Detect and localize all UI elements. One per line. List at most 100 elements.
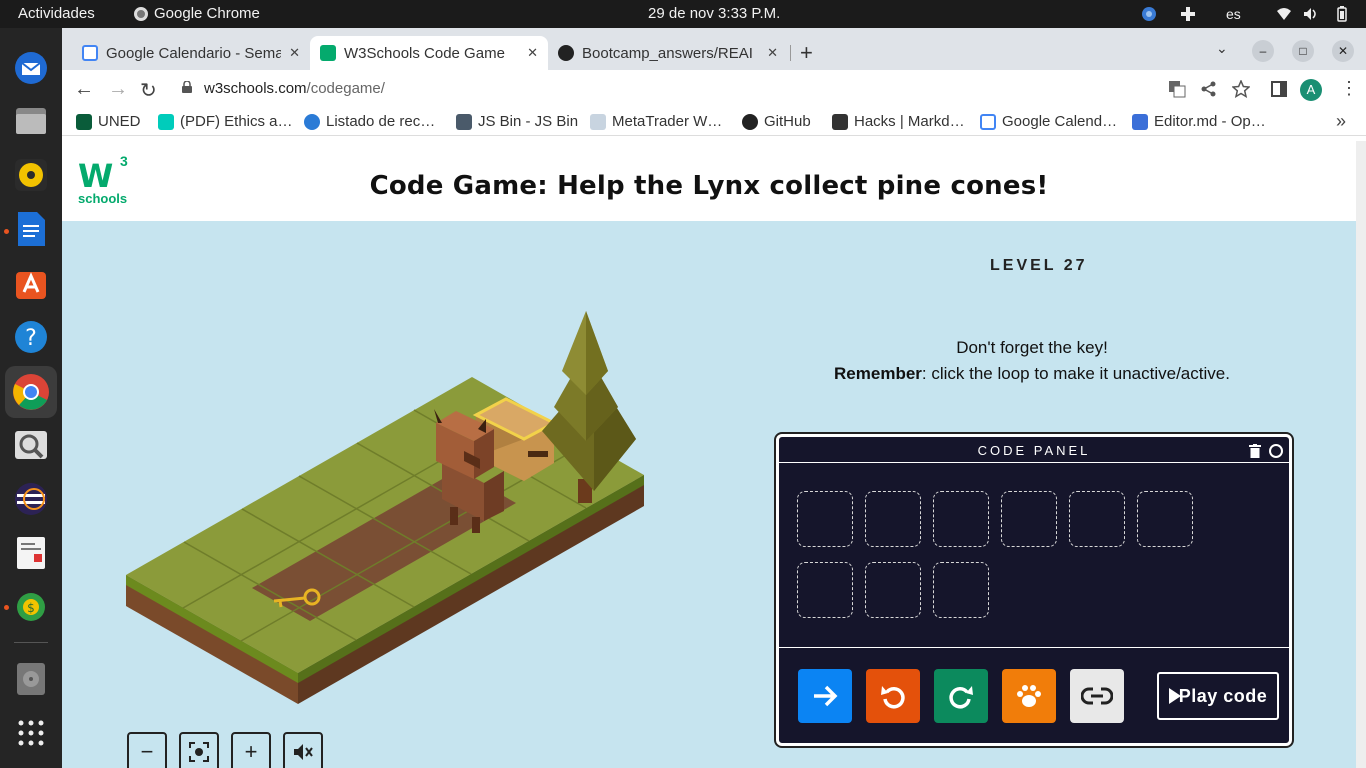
thunderbird-icon[interactable] — [11, 48, 51, 88]
turn-left-command-button[interactable] — [866, 669, 920, 723]
bookmark-label: (PDF) Ethics a… — [180, 113, 293, 130]
hint-line-2: Remember: click the loop to make it unac… — [782, 361, 1282, 387]
bookmark-uned[interactable]: UNED — [76, 113, 141, 130]
turn-right-command-button[interactable] — [934, 669, 988, 723]
close-icon[interactable]: ✕ — [289, 45, 300, 61]
files-icon[interactable] — [11, 101, 51, 141]
site-icon — [304, 113, 320, 130]
hint-remember-label: Remember — [834, 364, 922, 383]
mute-button[interactable] — [283, 732, 323, 768]
rhythmbox-icon[interactable] — [11, 155, 51, 195]
system-top-bar: Actividades Google Chrome 29 de nov 3:33… — [0, 0, 1366, 28]
hint-line-2-text: : click the loop to make it unactive/act… — [921, 364, 1230, 383]
page-title: Code Game: Help the Lynx collect pine co… — [369, 171, 1049, 201]
browser-window: Google Calendario - Sema ✕ W3Schools Cod… — [62, 28, 1366, 768]
image-viewer-icon[interactable] — [11, 425, 51, 465]
translate-icon[interactable] — [1168, 80, 1186, 98]
libreoffice-writer-icon[interactable] — [11, 209, 51, 249]
code-slot[interactable] — [865, 562, 921, 618]
bookmark-jsbin[interactable]: JS Bin - JS Bin — [456, 113, 578, 130]
bookmark-hacks-markdown[interactable]: Hacks | Markd… — [832, 113, 965, 130]
code-slot[interactable] — [865, 491, 921, 547]
bookmark-metatrader[interactable]: MetaTrader W… — [590, 113, 722, 130]
close-icon[interactable]: ✕ — [767, 45, 778, 61]
language-indicator[interactable]: es — [1226, 6, 1241, 22]
tab-title: Bootcamp_answers/REAI — [582, 44, 753, 62]
code-slot[interactable] — [933, 562, 989, 618]
software-center-icon[interactable] — [11, 263, 51, 303]
bookmarks-bar: UNED (PDF) Ethics a… Listado de rec… JS … — [62, 108, 1366, 136]
paw-icon — [1017, 685, 1041, 707]
code-slot[interactable] — [797, 562, 853, 618]
trash-icon[interactable] — [1249, 444, 1261, 458]
minimize-button[interactable]: – — [1252, 40, 1274, 62]
code-panel-title: CODE PANEL — [977, 443, 1091, 458]
activities-button[interactable]: Actividades — [18, 5, 95, 22]
disk-icon[interactable] — [11, 659, 51, 699]
clock[interactable]: 29 de nov 3:33 P.M. — [648, 5, 780, 22]
new-tab-button[interactable]: + — [800, 40, 813, 66]
battery-icon[interactable] — [1334, 6, 1350, 22]
plus-icon: + — [244, 739, 258, 764]
circle-toggle-icon[interactable] — [1269, 444, 1283, 458]
zoom-in-button[interactable]: + — [231, 732, 271, 768]
recenter-button[interactable] — [179, 732, 219, 768]
loop-command-button[interactable] — [1070, 669, 1124, 723]
code-slot[interactable] — [797, 491, 853, 547]
play-code-button[interactable]: Play code — [1157, 672, 1279, 720]
help-icon[interactable]: ? — [11, 317, 51, 357]
extension-icon[interactable] — [1180, 6, 1196, 22]
reload-button[interactable]: ↻ — [140, 78, 157, 103]
app-grid-icon[interactable] — [11, 713, 51, 753]
eclipse-icon[interactable] — [11, 479, 51, 519]
paw-command-button[interactable] — [1002, 669, 1056, 723]
chrome-menu-icon[interactable]: ⋮ — [1340, 78, 1358, 99]
network-status-icon[interactable] — [1141, 6, 1157, 22]
code-slot[interactable] — [933, 491, 989, 547]
tab-search-chevron-icon[interactable]: ⌄ — [1216, 40, 1228, 57]
document-viewer-icon[interactable] — [11, 533, 51, 573]
metatrader-icon[interactable]: $ — [11, 587, 51, 627]
chrome-icon[interactable] — [5, 366, 57, 418]
focus-icon — [189, 742, 209, 762]
loop-icon — [1081, 687, 1113, 705]
close-window-button[interactable]: ✕ — [1332, 40, 1354, 62]
code-slot[interactable] — [1069, 491, 1125, 547]
code-panel: CODE PANEL Play code — [776, 434, 1292, 746]
profile-avatar[interactable]: A — [1300, 79, 1322, 101]
code-slot[interactable] — [1137, 491, 1193, 547]
address-bar[interactable]: w3schools.com/codegame/ — [170, 74, 1300, 104]
tab-github-bootcamp[interactable]: Bootcamp_answers/REAI ✕ — [548, 36, 788, 70]
zoom-out-button[interactable]: − — [127, 732, 167, 768]
github-icon — [558, 45, 574, 61]
more-bookmarks-icon[interactable]: » — [1336, 111, 1346, 132]
close-icon[interactable]: ✕ — [527, 45, 538, 61]
code-slot[interactable] — [1001, 491, 1057, 547]
back-button[interactable]: ← — [74, 78, 94, 101]
lock-icon[interactable] — [182, 81, 192, 93]
svg-text:?: ? — [25, 326, 37, 351]
share-icon[interactable] — [1200, 80, 1218, 98]
w3schools-icon — [320, 45, 336, 61]
app-menu[interactable]: Google Chrome — [134, 5, 260, 22]
chrome-icon — [134, 6, 148, 21]
bookmark-google-calendar[interactable]: Google Calend… — [980, 113, 1117, 130]
bookmark-label: UNED — [98, 113, 141, 130]
maximize-button[interactable]: □ — [1292, 40, 1314, 62]
bookmark-editor-md[interactable]: Editor.md - Op… — [1132, 113, 1266, 130]
mute-icon — [294, 744, 313, 760]
running-indicator — [4, 605, 9, 610]
bookmark-star-icon[interactable] — [1232, 80, 1250, 98]
bookmark-listado[interactable]: Listado de rec… — [304, 113, 435, 130]
wifi-icon[interactable] — [1276, 6, 1292, 22]
side-panel-icon[interactable] — [1270, 80, 1288, 98]
forward-button[interactable]: → — [108, 78, 128, 101]
bookmark-github[interactable]: GitHub — [742, 113, 811, 130]
bookmark-label: Editor.md - Op… — [1154, 113, 1266, 130]
forward-command-button[interactable] — [798, 669, 852, 723]
tab-w3schools-code-game[interactable]: W3Schools Code Game ✕ — [310, 36, 548, 70]
tab-google-calendar[interactable]: Google Calendario - Sema ✕ — [72, 36, 310, 70]
volume-icon[interactable] — [1303, 6, 1319, 22]
bookmark-pdf-ethics[interactable]: (PDF) Ethics a… — [158, 113, 293, 130]
scrollbar[interactable] — [1356, 141, 1366, 768]
